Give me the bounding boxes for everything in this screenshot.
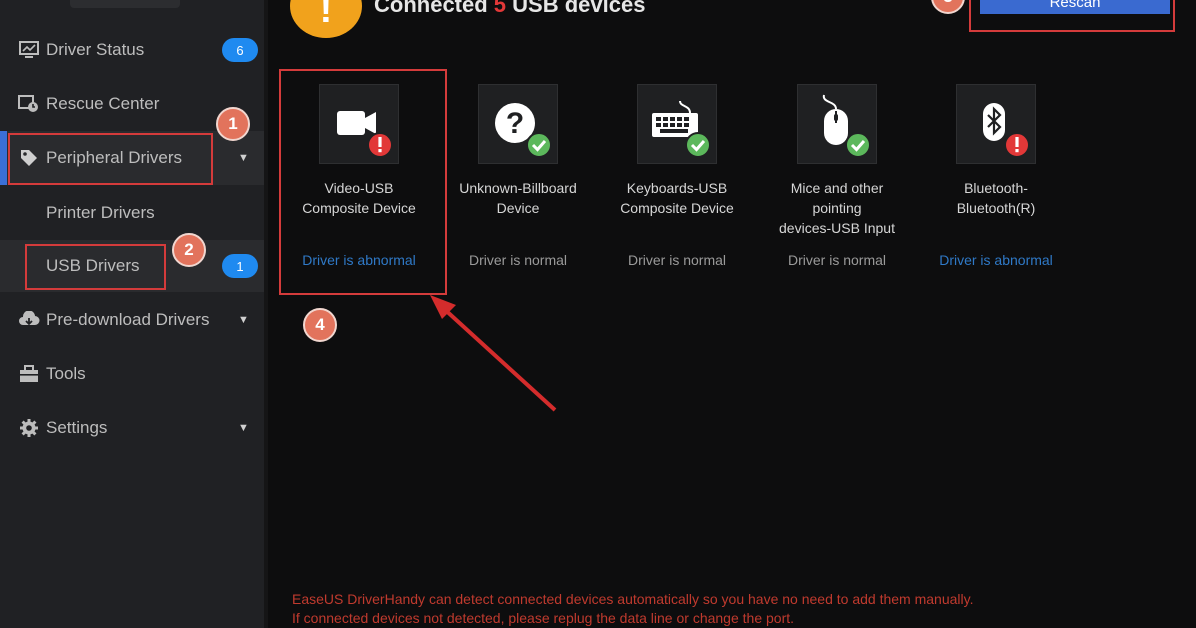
title-prefix: Connected: [374, 0, 494, 17]
sidebar-item-printer-drivers[interactable]: Printer Drivers: [0, 187, 264, 239]
device-status: Driver is normal: [627, 252, 726, 268]
count-badge: 6: [222, 38, 258, 62]
gear-icon: [18, 417, 40, 439]
step-marker-1: 1: [216, 107, 250, 141]
annotation-box-device: [279, 69, 447, 295]
device-name: Bluetooth- Bluetooth(R): [956, 180, 1036, 216]
warning-icon: !: [290, 0, 362, 38]
title-suffix: USB devices: [506, 0, 646, 17]
annotation-box-button: [969, 0, 1175, 32]
sidebar: Driver Status 6 Rescue Center Peripheral…: [0, 0, 264, 628]
chevron-down-icon[interactable]: ▼: [238, 422, 249, 434]
sidebar-item-settings[interactable]: Settings ▼: [0, 401, 264, 455]
cloud-download-icon: [18, 309, 40, 331]
device-name: Keyboards-USB Composite Device: [620, 180, 734, 216]
device-tile[interactable]: ?: [478, 84, 558, 164]
sidebar-divider: [264, 0, 268, 628]
chevron-down-icon[interactable]: ▼: [238, 314, 249, 326]
step-marker-3: 3: [931, 0, 965, 14]
sidebar-item-label: Settings: [46, 418, 108, 437]
device-tile[interactable]: [956, 84, 1036, 164]
device-card-bluetooth[interactable]: Bluetooth- Bluetooth(R) Driver is abnorma…: [916, 84, 1076, 284]
sidebar-item-label: Printer Drivers: [46, 203, 155, 222]
device-status: Driver is normal: [468, 252, 567, 268]
logo-bar: [70, 0, 180, 8]
annotation-box-peripheral: [8, 133, 213, 185]
device-card-keyboard[interactable]: Keyboards-USB Composite Device Driver is …: [597, 84, 757, 284]
sidebar-item-label: Pre-download Drivers: [46, 310, 210, 329]
sidebar-item-label: Rescue Center: [46, 94, 160, 113]
footer-line: If connected devices not detected, pleas…: [292, 610, 795, 626]
question-icon: ?: [495, 103, 552, 158]
device-card-unknown-billboard[interactable]: ? Unknown-Billboard Device Driver is norm…: [438, 84, 598, 284]
mouse-icon: [822, 94, 871, 158]
sidebar-item-tools[interactable]: Tools: [0, 347, 264, 401]
annotation-arrow: [430, 295, 557, 412]
step-marker-2: 2: [172, 233, 206, 267]
chevron-down-icon[interactable]: ▼: [238, 152, 249, 164]
keyboard-icon: [652, 100, 711, 158]
device-card-mouse[interactable]: Mice and other pointing devices-USB Input …: [757, 84, 917, 284]
device-status: Driver is normal: [787, 252, 886, 268]
sidebar-item-pre-download-drivers[interactable]: Pre-download Drivers ▼: [0, 293, 264, 347]
step-marker-4: 4: [303, 308, 337, 342]
device-name: Unknown-Billboard Device: [459, 180, 577, 216]
sidebar-item-label: Driver Status: [46, 40, 145, 59]
bluetooth-icon: [983, 103, 1030, 158]
device-status: Driver is abnormal: [939, 252, 1053, 268]
device-name: Mice and other pointing devices-USB Input: [779, 180, 895, 236]
device-count: 5: [493, 0, 507, 17]
count-badge: 1: [222, 254, 258, 278]
toolbox-icon: [18, 363, 40, 385]
monitor-icon: [18, 39, 40, 61]
footer-note: EaseUS DriverHandy can detect connected …: [292, 590, 973, 628]
footer-line: EaseUS DriverHandy can detect connected …: [292, 591, 974, 607]
page-title: Connected 5 USB devices: [374, 0, 645, 18]
sidebar-item-label: Tools: [46, 364, 86, 383]
device-tile[interactable]: [797, 84, 877, 164]
sidebar-item-driver-status[interactable]: Driver Status 6: [0, 23, 264, 77]
rescue-icon: [18, 93, 40, 115]
svg-text:?: ?: [506, 107, 524, 140]
device-tile[interactable]: [637, 84, 717, 164]
annotation-box-usb: [25, 244, 166, 290]
